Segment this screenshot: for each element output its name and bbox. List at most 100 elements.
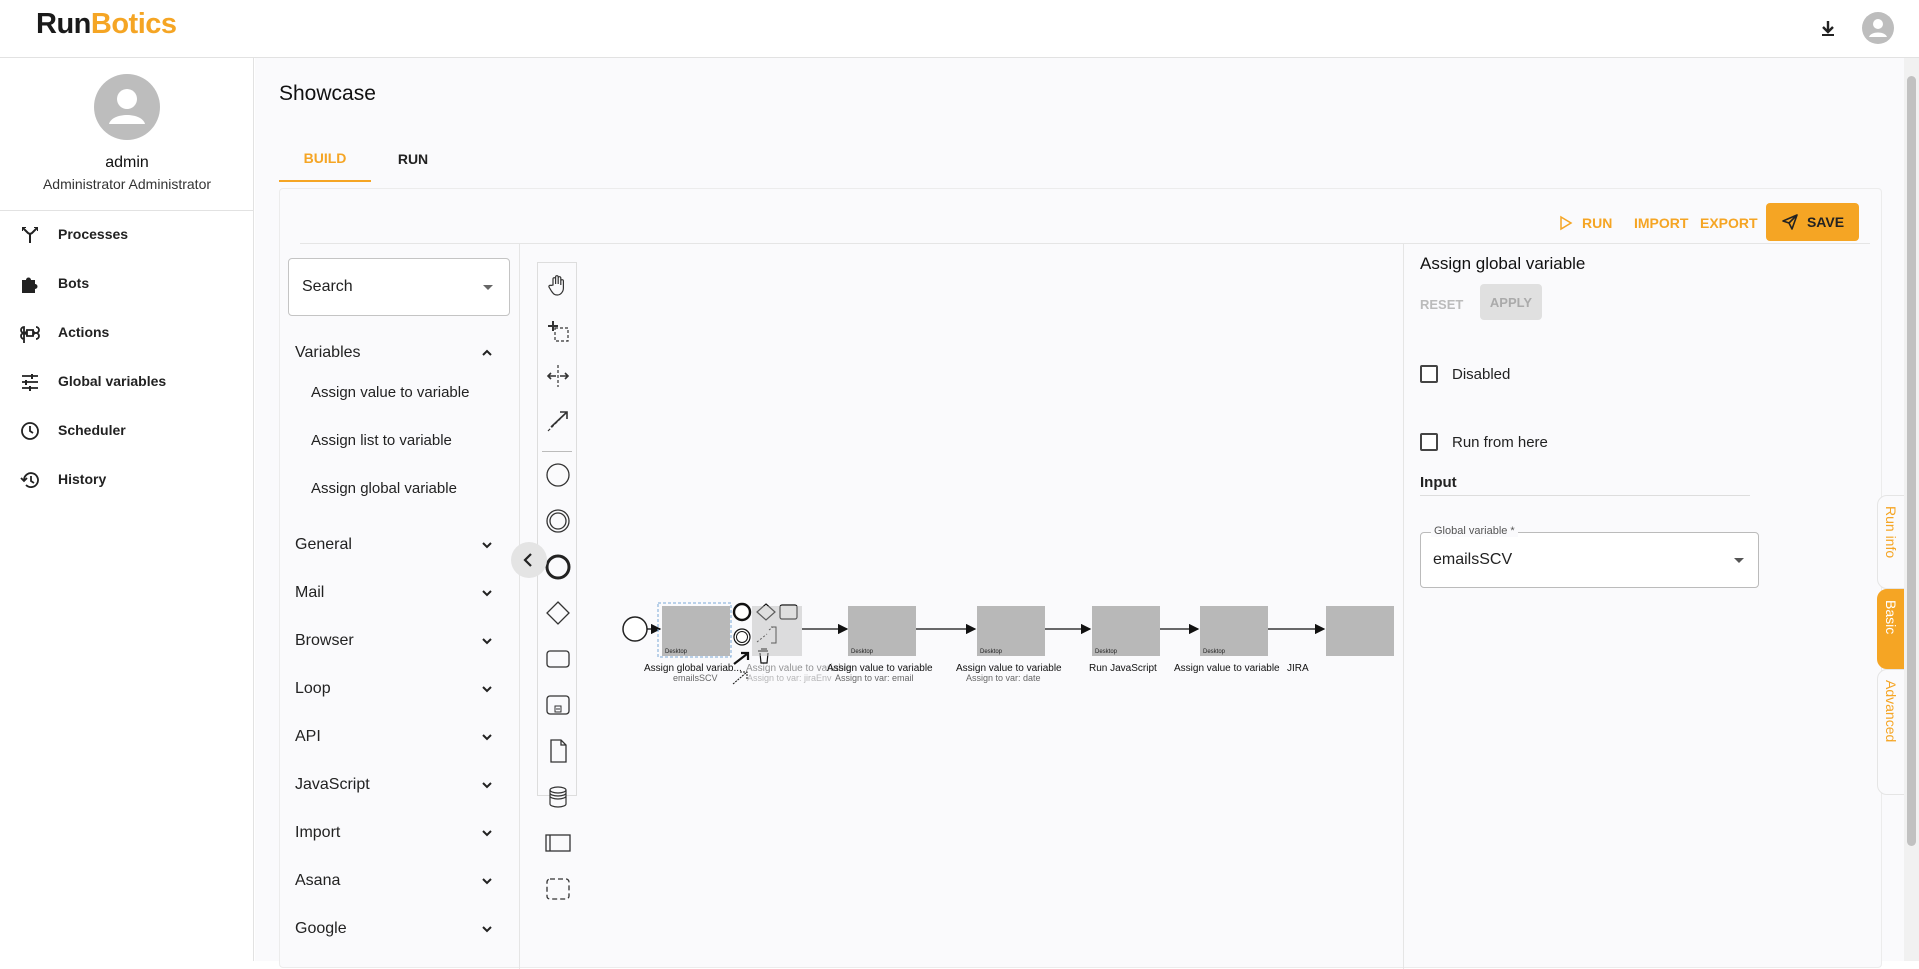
category-loop[interactable]: Loop xyxy=(295,669,505,709)
tab-build[interactable]: BUILD xyxy=(279,136,371,182)
chevron-left-icon xyxy=(523,553,532,567)
chevron-up-icon xyxy=(482,349,492,356)
chevron-down-icon xyxy=(482,782,492,789)
sidebar-item-scheduler[interactable]: Scheduler xyxy=(0,411,254,451)
disabled-checkbox[interactable] xyxy=(1420,365,1438,383)
node-sublabel: Assign to var: date xyxy=(966,673,1041,683)
sidebar-item-global-variables[interactable]: Global variables xyxy=(0,362,254,402)
action-assign-list-to-variable[interactable]: Assign list to variable xyxy=(311,422,501,458)
category-label: Loop xyxy=(295,680,331,697)
global-variable-select[interactable]: Global variable * emailsSCV xyxy=(1420,525,1759,588)
user-name: admin xyxy=(105,154,149,171)
tab-run-info[interactable]: Run info xyxy=(1877,495,1905,589)
category-mail[interactable]: Mail xyxy=(295,573,505,613)
category-api[interactable]: API xyxy=(295,717,505,757)
task-assign-value[interactable]: Desktop Assign value to variable xyxy=(1174,606,1280,674)
run-button-label: RUN xyxy=(1582,215,1613,231)
node-sublabel: Assign to var: jiraEnv xyxy=(747,673,832,683)
sidebar-item-label: Global variables xyxy=(58,373,167,389)
disabled-checkbox-row[interactable]: Disabled xyxy=(1420,360,1510,388)
properties-panel: Assign global variable RESET APPLY Disab… xyxy=(1403,244,1803,969)
global-variable-label: Global variable * xyxy=(1431,525,1518,537)
page-scrollbar[interactable] xyxy=(1904,58,1919,961)
bpmn-diagram: Desktop Assign global variab... emailsSC… xyxy=(622,602,1394,685)
sidebar-item-label: Bots xyxy=(58,275,90,291)
task-run-javascript[interactable]: Desktop Run JavaScript xyxy=(1089,606,1160,674)
category-label: API xyxy=(295,728,321,745)
sidebar-item-label: Scheduler xyxy=(58,422,126,438)
tab-advanced-label: Advanced xyxy=(1883,680,1899,743)
chevron-down-icon xyxy=(482,734,492,741)
palette-search-select[interactable]: Search xyxy=(288,258,510,316)
reset-button[interactable]: RESET xyxy=(1420,288,1470,320)
sidebar-item-processes[interactable]: Processes xyxy=(0,215,254,255)
play-icon xyxy=(1560,215,1573,231)
user-avatar xyxy=(94,74,160,140)
account-avatar-icon[interactable] xyxy=(1860,10,1896,46)
save-button[interactable]: SAVE xyxy=(1766,203,1859,241)
run-from-here-checkbox-row[interactable]: Run from here xyxy=(1420,428,1548,456)
chevron-down-icon xyxy=(482,590,492,597)
category-label: Variables xyxy=(295,344,361,361)
node-sublabel: emailsSCV xyxy=(673,673,718,683)
category-google[interactable]: Google xyxy=(295,909,505,949)
collapse-palette-button[interactable] xyxy=(511,542,547,578)
bpmn-canvas[interactable]: Desktop Assign global variab... emailsSC… xyxy=(521,244,1403,969)
tab-basic[interactable]: Basic xyxy=(1877,589,1905,669)
sidebar-item-actions[interactable]: Actions xyxy=(0,313,254,353)
page-title: Showcase xyxy=(279,82,376,105)
run-from-here-checkbox[interactable] xyxy=(1420,433,1438,451)
action-assign-global-variable[interactable]: Assign global variable xyxy=(311,470,501,506)
action-assign-value-to-variable[interactable]: Assign value to variable xyxy=(311,374,501,410)
append-end-event-icon[interactable] xyxy=(732,602,752,622)
node-badge: Desktop xyxy=(980,649,1003,655)
task-assign-value-date[interactable]: Desktop Assign value to variable Assign … xyxy=(956,606,1062,683)
command-icon xyxy=(20,323,42,343)
node-badge: Desktop xyxy=(851,649,874,655)
caret-down-icon xyxy=(483,285,493,290)
category-label: Mail xyxy=(295,584,325,601)
tab-basic-label: Basic xyxy=(1883,600,1899,635)
run-from-here-label: Run from here xyxy=(1452,433,1548,451)
category-label: Asana xyxy=(295,872,341,889)
chevron-down-icon xyxy=(482,830,492,837)
task-assign-value-email[interactable]: Desktop Assign value to variable Assign … xyxy=(827,606,933,683)
save-button-label: SAVE xyxy=(1806,214,1845,230)
category-import[interactable]: Import xyxy=(295,813,505,853)
chevron-down-icon xyxy=(482,926,492,933)
tab-advanced[interactable]: Advanced xyxy=(1877,669,1905,795)
input-section-divider xyxy=(1420,495,1750,496)
sidebar-item-bots[interactable]: Bots xyxy=(0,264,254,304)
category-label: Import xyxy=(295,824,341,841)
disabled-label: Disabled xyxy=(1452,365,1511,383)
apply-button[interactable]: APPLY xyxy=(1480,284,1542,320)
task-jira[interactable]: JIRA xyxy=(1287,606,1394,674)
task-assign-global-variable[interactable]: Desktop Assign global variab... emailsSC… xyxy=(644,602,742,683)
node-label: JIRA xyxy=(1287,663,1309,674)
node-badge: Desktop xyxy=(1095,649,1118,655)
run-button[interactable]: RUN xyxy=(1558,205,1612,241)
puzzle-icon xyxy=(20,274,42,294)
category-browser[interactable]: Browser xyxy=(295,621,505,661)
node-sublabel: Assign to var: email xyxy=(835,673,914,683)
tab-run[interactable]: RUN xyxy=(371,136,455,182)
category-asana[interactable]: Asana xyxy=(295,861,505,901)
category-javascript[interactable]: JavaScript xyxy=(295,765,505,805)
scrollbar-thumb[interactable] xyxy=(1907,76,1916,846)
category-variables[interactable]: Variables xyxy=(295,333,505,373)
chevron-down-icon xyxy=(482,542,492,549)
import-button[interactable]: IMPORT xyxy=(1634,205,1688,241)
sidebar-item-history[interactable]: History xyxy=(0,460,254,500)
export-button[interactable]: EXPORT xyxy=(1700,205,1758,241)
runbotics-logo[interactable]: RunBotics xyxy=(36,8,177,41)
download-icon[interactable] xyxy=(1810,10,1846,46)
process-builder-card: RUN IMPORT EXPORT SAVE Search Variables … xyxy=(279,188,1905,969)
history-icon xyxy=(20,470,42,490)
sliders-icon xyxy=(20,372,42,392)
start-event[interactable] xyxy=(622,616,648,642)
input-section-heading: Input xyxy=(1420,474,1457,491)
chevron-down-icon xyxy=(482,686,492,693)
global-variable-value: emailsSCV xyxy=(1433,551,1513,568)
user-role: Administrator Administrator xyxy=(42,176,212,192)
category-general[interactable]: General xyxy=(295,525,505,565)
